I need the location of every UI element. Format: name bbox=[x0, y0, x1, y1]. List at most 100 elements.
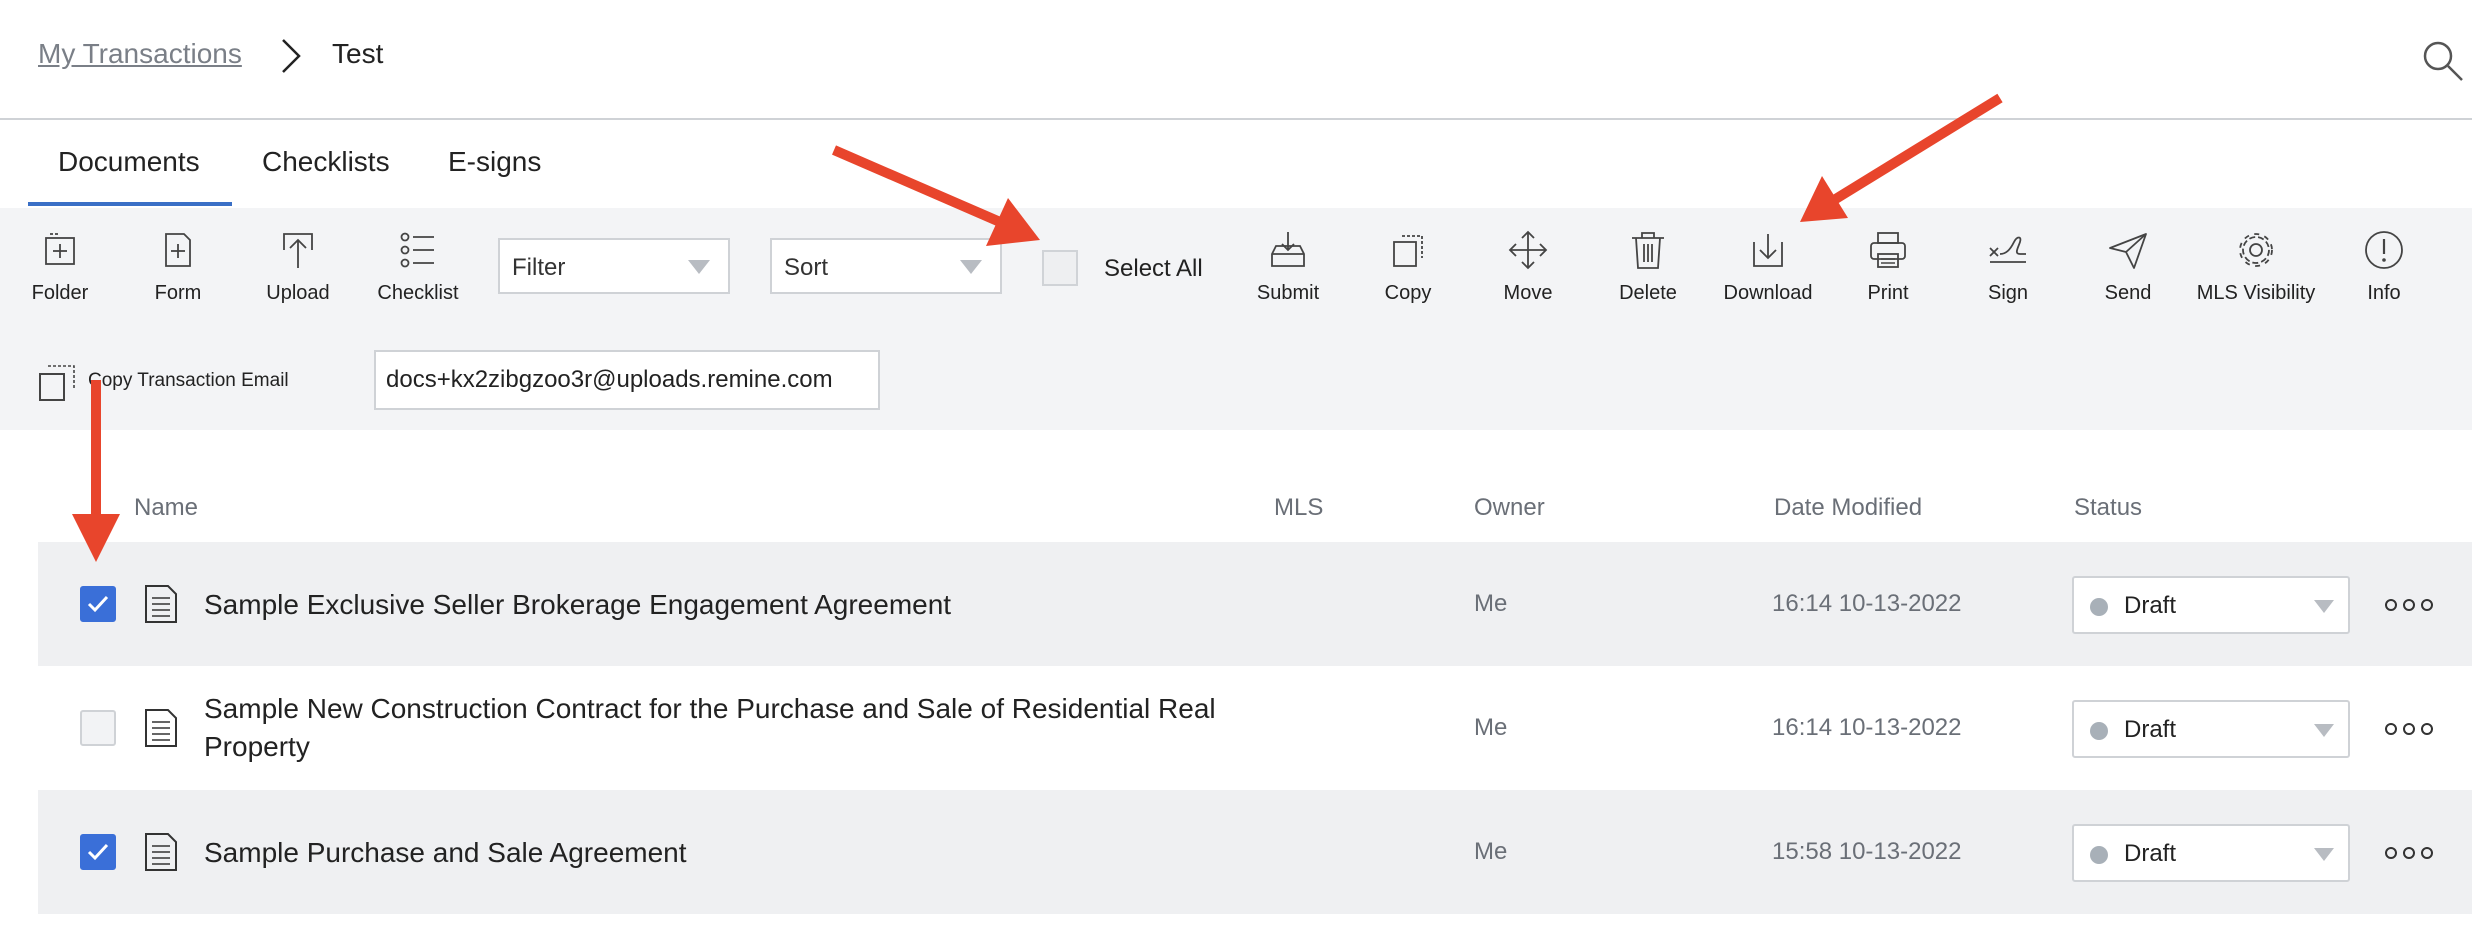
tab-documents[interactable]: Documents bbox=[58, 146, 200, 178]
more-options-icon[interactable] bbox=[2384, 598, 2434, 612]
document-date-modified: 16:14 10-13-2022 bbox=[1772, 714, 1962, 741]
upload-icon bbox=[283, 233, 313, 268]
delete-label: Delete bbox=[1619, 282, 1677, 304]
checklist-label: Checklist bbox=[377, 282, 459, 304]
caret-down-icon bbox=[2314, 848, 2334, 861]
select-all-label[interactable]: Select All bbox=[1104, 255, 1203, 283]
search-icon[interactable] bbox=[2420, 38, 2464, 82]
copy-label: Copy bbox=[1384, 282, 1432, 304]
send-button[interactable]: Send bbox=[2068, 228, 2188, 305]
checkmark-icon bbox=[87, 595, 109, 613]
breadcrumb-parent-link[interactable]: My Transactions bbox=[38, 38, 242, 70]
sort-select-value: Sort bbox=[784, 254, 829, 281]
info-label: Info bbox=[2367, 282, 2401, 304]
document-icon bbox=[145, 709, 177, 747]
status-value: Draft bbox=[2124, 840, 2177, 867]
checklist-icon bbox=[400, 232, 434, 268]
tab-checklists[interactable]: Checklists bbox=[262, 146, 390, 178]
caret-down-icon bbox=[2314, 600, 2334, 613]
caret-down-icon bbox=[960, 260, 982, 274]
paper-plane-icon bbox=[2109, 233, 2147, 269]
folder-add-icon bbox=[45, 233, 75, 265]
submit-button[interactable]: Submit bbox=[1228, 228, 1348, 305]
download-icon bbox=[1753, 234, 1783, 267]
document-date-modified: 16:14 10-13-2022 bbox=[1772, 590, 1962, 617]
submit-icon bbox=[1271, 232, 1305, 267]
row-checkbox[interactable] bbox=[80, 710, 116, 746]
move-icon bbox=[1508, 230, 1548, 270]
breadcrumb-current: Test bbox=[332, 38, 384, 69]
transaction-email-field[interactable] bbox=[374, 350, 880, 410]
form-button[interactable]: Form bbox=[118, 228, 238, 305]
column-header-mls[interactable]: MLS bbox=[1274, 494, 1323, 522]
signature-icon bbox=[1989, 236, 2026, 263]
column-header-date-modified[interactable]: Date Modified bbox=[1774, 494, 1922, 522]
filter-select[interactable]: Filter bbox=[498, 238, 730, 294]
document-name-link[interactable]: Sample Exclusive Seller Brokerage Engage… bbox=[204, 586, 1304, 624]
table-row[interactable]: Sample Exclusive Seller Brokerage Engage… bbox=[38, 542, 2472, 666]
gear-icon bbox=[2239, 233, 2273, 267]
delete-button[interactable]: Delete bbox=[1588, 228, 1708, 305]
status-select[interactable]: Draft bbox=[2072, 576, 2350, 634]
caret-down-icon bbox=[2314, 724, 2334, 737]
trash-icon bbox=[1632, 232, 1664, 269]
print-label: Print bbox=[1867, 282, 1909, 304]
sign-label: Sign bbox=[1987, 282, 2029, 304]
print-button[interactable]: Print bbox=[1828, 228, 1948, 305]
copy-email-icon[interactable] bbox=[38, 362, 78, 402]
info-button[interactable]: Info bbox=[2324, 228, 2444, 305]
status-select[interactable]: Draft bbox=[2072, 700, 2350, 758]
column-header-name[interactable]: Name bbox=[134, 494, 198, 522]
status-value: Draft bbox=[2124, 716, 2177, 743]
sort-select[interactable]: Sort bbox=[770, 238, 1002, 294]
move-button[interactable]: Move bbox=[1468, 228, 1588, 305]
copy-button[interactable]: Copy bbox=[1348, 228, 1468, 305]
download-button[interactable]: Download bbox=[1708, 228, 1828, 305]
document-icon bbox=[145, 585, 177, 623]
upload-label: Upload bbox=[266, 282, 330, 304]
document-name-link[interactable]: Sample Purchase and Sale Agreement bbox=[204, 834, 1304, 872]
checklist-button[interactable]: Checklist bbox=[358, 228, 478, 305]
copy-transaction-email-label[interactable]: Copy Transaction Email bbox=[88, 370, 289, 392]
status-value: Draft bbox=[2124, 592, 2177, 619]
status-dot-icon bbox=[2090, 598, 2108, 616]
select-all-checkbox[interactable] bbox=[1042, 250, 1078, 286]
more-options-icon[interactable] bbox=[2384, 722, 2434, 736]
document-owner: Me bbox=[1474, 590, 1508, 617]
send-label: Send bbox=[2104, 282, 2152, 304]
copy-icon bbox=[1393, 235, 1423, 267]
document-owner: Me bbox=[1474, 714, 1508, 741]
info-icon bbox=[2365, 231, 2403, 269]
table-row[interactable]: Sample Purchase and Sale Agreement Me 15… bbox=[38, 790, 2472, 914]
table-row[interactable]: Sample New Construction Contract for the… bbox=[38, 666, 2472, 790]
status-dot-icon bbox=[2090, 846, 2108, 864]
download-label: Download bbox=[1723, 282, 1813, 304]
submit-label: Submit bbox=[1256, 282, 1320, 304]
row-checkbox[interactable] bbox=[80, 834, 116, 870]
filter-select-value: Filter bbox=[512, 254, 566, 281]
page-header: My Transactions Test bbox=[0, 0, 2472, 120]
folder-button[interactable]: Folder bbox=[0, 228, 120, 305]
document-icon bbox=[145, 833, 177, 871]
upload-button[interactable]: Upload bbox=[238, 228, 358, 305]
document-name-link[interactable]: Sample New Construction Contract for the… bbox=[204, 690, 1304, 766]
move-label: Move bbox=[1503, 282, 1553, 304]
checkmark-icon bbox=[87, 843, 109, 861]
document-owner: Me bbox=[1474, 838, 1508, 865]
column-header-owner[interactable]: Owner bbox=[1474, 494, 1545, 522]
chevron-right-icon bbox=[282, 39, 301, 73]
caret-down-icon bbox=[688, 260, 710, 274]
mls-visibility-button[interactable]: MLS Visibility bbox=[2196, 228, 2316, 305]
status-select[interactable]: Draft bbox=[2072, 824, 2350, 882]
row-checkbox[interactable] bbox=[80, 586, 116, 622]
active-tab-indicator bbox=[28, 202, 232, 206]
mls-visibility-label: MLS Visibility bbox=[2196, 282, 2316, 304]
tab-e-signs[interactable]: E-signs bbox=[448, 146, 541, 178]
more-options-icon[interactable] bbox=[2384, 846, 2434, 860]
document-date-modified: 15:58 10-13-2022 bbox=[1772, 838, 1962, 865]
sign-button[interactable]: Sign bbox=[1948, 228, 2068, 305]
printer-icon bbox=[1870, 232, 1906, 268]
folder-label: Folder bbox=[31, 282, 89, 304]
column-header-status[interactable]: Status bbox=[2074, 494, 2142, 522]
form-add-icon bbox=[165, 233, 191, 267]
